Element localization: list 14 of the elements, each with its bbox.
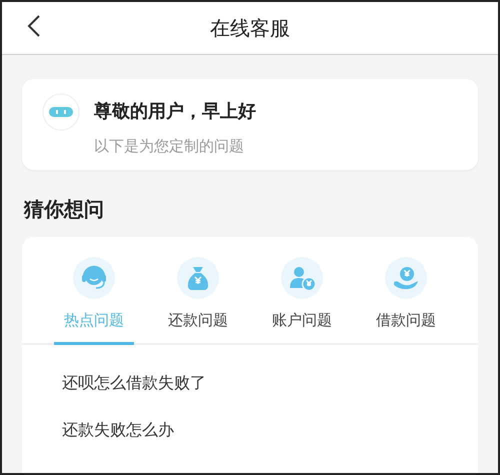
headset-agent-icon [73,257,115,299]
section-title: 猜你想问 [24,196,105,223]
question-link[interactable]: 还款失败怎么办 [62,420,174,441]
page-title: 在线客服 [210,14,290,42]
category-tab[interactable]: 账户问题 [262,257,342,345]
hand-coin-icon [385,257,427,299]
category-tab[interactable]: 还款问题 [158,257,238,345]
money-bag-icon [177,257,219,299]
greeting-subtitle: 以下是为您定制的问题 [94,137,245,156]
robot-icon [42,93,80,131]
greeting-title: 尊敬的用户，早上好 [94,100,256,123]
category-tab[interactable]: 借款问题 [366,257,446,345]
question-link[interactable]: 还呗怎么借款失败了 [62,373,206,394]
user-coin-icon [281,257,323,299]
